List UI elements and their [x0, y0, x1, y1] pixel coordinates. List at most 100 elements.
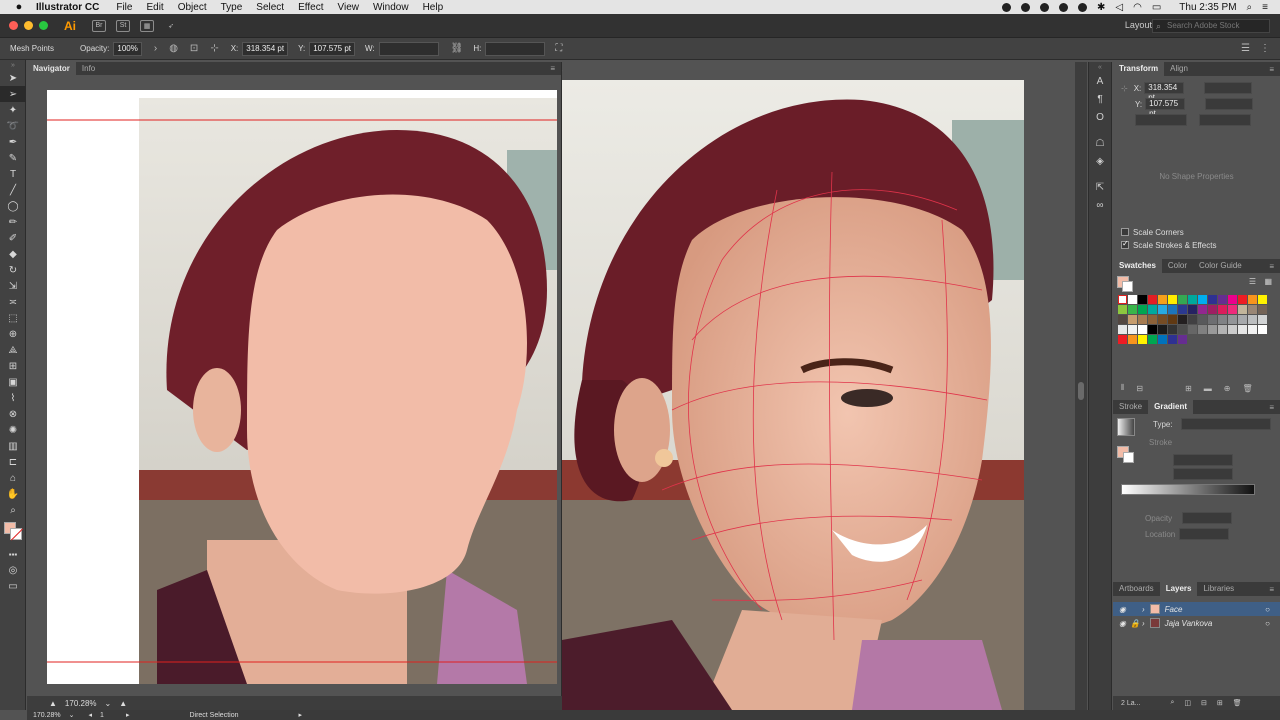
color-swatch[interactable]	[1168, 315, 1177, 324]
navigator-zoom-field[interactable]: 170.28%	[65, 699, 97, 708]
ellipse-tool-icon[interactable]: ◯	[0, 198, 26, 214]
color-swatch[interactable]	[1258, 295, 1267, 304]
gradient-type-select[interactable]	[1181, 418, 1271, 430]
target-icon[interactable]: ○	[1265, 605, 1270, 614]
opacity-field[interactable]: 100%	[113, 41, 142, 56]
tab-libraries[interactable]: Libraries	[1197, 582, 1240, 596]
recolor-icon[interactable]: ◍	[169, 43, 178, 54]
target-icon[interactable]: ○	[1265, 619, 1270, 628]
stroke-swatch[interactable]	[10, 528, 22, 540]
pen-tool-icon[interactable]: ✒	[0, 134, 26, 150]
link-icon[interactable]: ⛓	[451, 43, 464, 54]
w-field[interactable]	[378, 41, 439, 56]
gpu-performance-icon[interactable]: ➶	[164, 20, 178, 32]
color-swatch[interactable]	[1228, 295, 1237, 304]
collapse-icon[interactable]: »	[0, 60, 26, 70]
color-swatch[interactable]	[1228, 305, 1237, 314]
free-transform-tool-icon[interactable]: ⬚	[0, 310, 26, 326]
align-icon[interactable]: ⊡	[190, 43, 198, 54]
artboard-number[interactable]: 1	[100, 712, 104, 719]
color-swatch[interactable]	[1248, 305, 1257, 314]
tab-color-guide[interactable]: Color Guide	[1193, 259, 1248, 273]
panel-menu-icon[interactable]: ≡	[1269, 262, 1274, 271]
color-swatch[interactable]	[1178, 295, 1187, 304]
tab-stroke[interactable]: Stroke	[1113, 400, 1148, 414]
character-panel-icon[interactable]: A	[1089, 72, 1111, 90]
color-swatch[interactable]	[1228, 325, 1237, 334]
next-artboard-icon[interactable]: ▸	[126, 711, 130, 719]
status-icon[interactable]	[1040, 2, 1049, 12]
fill-stroke-swatches[interactable]	[0, 518, 26, 546]
shape-builder-tool-icon[interactable]: ⊕	[0, 326, 26, 342]
color-swatch[interactable]	[1228, 315, 1237, 324]
stock-button[interactable]: St	[116, 19, 130, 32]
graphic-styles-icon[interactable]: ◈	[1089, 152, 1111, 170]
transform-y-field[interactable]: 107.575 pt	[1145, 98, 1186, 118]
color-swatch[interactable]	[1248, 315, 1257, 324]
locate-object-icon[interactable]: ⌕	[1170, 699, 1174, 707]
visibility-eye-icon[interactable]: ◉	[1119, 605, 1126, 614]
slice-tool-icon[interactable]: ⌂	[0, 470, 26, 486]
isolate-icon[interactable]: ⛶	[555, 43, 562, 54]
transform-w-field[interactable]	[1204, 82, 1253, 94]
color-swatch[interactable]	[1128, 325, 1137, 334]
color-swatch[interactable]	[1188, 325, 1197, 334]
x-field[interactable]: 318.354 pt	[242, 41, 289, 56]
color-swatch[interactable]	[1148, 335, 1157, 344]
color-swatch[interactable]	[1128, 305, 1137, 314]
navigator-preview[interactable]	[47, 90, 557, 684]
zoom-out-icon[interactable]: ▲	[49, 699, 57, 708]
layer-row[interactable]: ◉ › Face ○	[1113, 602, 1280, 616]
status-zoom[interactable]: 170.28%	[33, 712, 61, 719]
column-graph-tool-icon[interactable]: ▥	[0, 438, 26, 454]
menu-object[interactable]: Object	[178, 2, 207, 13]
delete-layer-icon[interactable]: 🗑	[1233, 699, 1242, 707]
bridge-button[interactable]: Br	[92, 19, 106, 32]
spotlight-icon[interactable]: ⌕	[1247, 2, 1253, 13]
grid-view-icon[interactable]: ▦	[1264, 277, 1272, 286]
color-swatch[interactable]	[1158, 335, 1167, 344]
stroke-swatch[interactable]	[1123, 452, 1134, 463]
gradient-angle-field[interactable]	[1173, 454, 1233, 466]
expand-chevron-icon[interactable]: ›	[1142, 605, 1145, 614]
color-swatch[interactable]	[1188, 305, 1197, 314]
panel-menu-icon[interactable]: ≡	[1269, 403, 1274, 412]
layer-name[interactable]: Jaja Vankova	[1165, 619, 1213, 628]
status-menu-icon[interactable]: ▸	[298, 711, 302, 719]
opentype-panel-icon[interactable]: O	[1089, 108, 1111, 126]
rotate-tool-icon[interactable]: ↻	[0, 262, 26, 278]
document-canvas[interactable]: »	[562, 62, 1075, 710]
color-mode-icon[interactable]: ▪▪▪	[0, 546, 26, 562]
tab-gradient[interactable]: Gradient	[1148, 400, 1194, 414]
color-swatch[interactable]	[1128, 335, 1137, 344]
color-swatch[interactable]	[1178, 325, 1187, 334]
clipping-mask-icon[interactable]: ◫	[1184, 699, 1191, 707]
blend-tool-icon[interactable]: ⊗	[0, 406, 26, 422]
zoom-dropdown-icon[interactable]: ⌄	[69, 711, 75, 719]
close-window-button[interactable]	[9, 21, 18, 30]
tab-swatches[interactable]: Swatches	[1113, 259, 1162, 273]
new-color-group-icon[interactable]: ▬	[1204, 384, 1212, 393]
symbol-sprayer-tool-icon[interactable]: ✺	[0, 422, 26, 438]
lock-icon[interactable]: 🔒	[1130, 619, 1140, 628]
color-swatch[interactable]	[1218, 325, 1227, 334]
swatch-grid[interactable]	[1113, 295, 1280, 344]
prev-artboard-icon[interactable]: ◂	[89, 711, 93, 719]
reference-point-icon[interactable]: ⊹	[1121, 84, 1128, 93]
color-swatch[interactable]	[1118, 295, 1127, 304]
perspective-grid-tool-icon[interactable]: ⟁	[0, 342, 26, 358]
gradient-preview[interactable]	[1117, 418, 1135, 436]
gradient-opacity-field[interactable]	[1182, 512, 1233, 524]
color-swatch[interactable]	[1198, 315, 1207, 324]
collapse-icon[interactable]: «	[1089, 62, 1111, 72]
libraries-icon[interactable]: ⫴	[1121, 383, 1124, 393]
menu-file[interactable]: File	[116, 2, 132, 13]
scale-strokes-checkbox[interactable]	[1121, 239, 1129, 249]
color-swatch[interactable]	[1238, 315, 1247, 324]
color-swatch[interactable]	[1128, 315, 1137, 324]
gradient-ramp[interactable]	[1121, 484, 1255, 495]
gradient-tool-icon[interactable]: ▣	[0, 374, 26, 390]
menu-select[interactable]: Select	[256, 2, 284, 13]
color-swatch[interactable]	[1118, 315, 1127, 324]
zoom-window-button[interactable]	[39, 21, 48, 30]
